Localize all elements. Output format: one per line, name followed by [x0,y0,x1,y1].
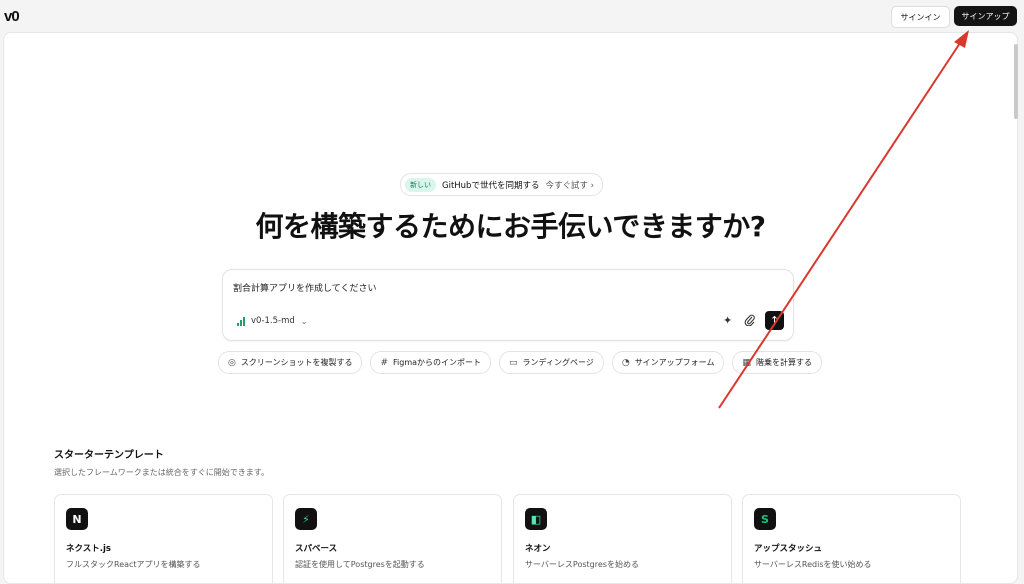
signup-button[interactable]: サインアップ [954,6,1017,26]
new-badge: 新しい [405,177,436,192]
template-card-neon[interactable]: ◧ ネオン サーバーレスPostgresを始める [513,494,732,583]
send-button[interactable]: ↑ [765,311,784,330]
prompt-box[interactable]: 割合計算アプリを作成してください v0-1.5-md ⌄ ✦ ↑ [222,269,794,341]
prompt-input[interactable]: 割合計算アプリを作成してください [233,281,376,294]
chip-label: 階乗を計算する [755,358,812,367]
card-title: アップスタッシュ [754,544,823,554]
chip-label: スクリーンショットを複製する [240,358,353,367]
chip-factorial[interactable]: ▦ 階乗を計算する [732,351,822,374]
announcement-text: GitHubで世代を同期する [442,180,540,191]
supabase-icon: ⚡ [295,508,317,530]
figma-icon: # [380,357,389,368]
chip-clone-screenshot[interactable]: ◎ スクリーンショットを複製する [218,351,363,374]
signal-icon [237,316,245,326]
announcement-pill[interactable]: 新しい GitHubで世代を同期する 今すぐ試す › [400,173,604,196]
neon-icon: ◧ [525,508,547,530]
model-label: v0-1.5-md [251,316,295,326]
templates-subtitle: 選択したフレームワークまたは統合をすぐに開始できます。 [54,468,269,477]
card-title: スパベース [295,544,338,554]
nextjs-icon: N [66,508,88,530]
sparkle-icon[interactable]: ✦ [723,314,732,327]
chevron-down-icon: ⌄ [300,316,308,326]
card-description: フルスタックReactアプリを構築する [66,560,201,569]
page-title: 何を構築するためにお手伝いできますか? [255,210,766,243]
signin-button[interactable]: サインイン [891,6,950,28]
suggestion-chips: ◎ スクリーンショットを複製する # Figmaからのインポート ▭ ランディングペー… [218,351,822,374]
card-description: サーバーレスRedisを使い始める [754,560,872,569]
card-title: ネクスト.js [66,544,111,554]
chip-label: Figmaからのインポート [393,358,482,367]
camera-icon: ◎ [228,357,236,368]
top-bar: v0 サインイン サインアップ [0,0,1024,32]
template-card-nextjs[interactable]: N ネクスト.js フルスタックReactアプリを構築する [54,494,273,583]
templates-title: スターターテンプレート [54,450,164,461]
scrollbar-thumb[interactable] [1014,44,1018,119]
template-card-upstash[interactable]: S アップスタッシュ サーバーレスRedisを使い始める [742,494,961,583]
chip-figma-import[interactable]: # Figmaからのインポート [370,351,492,374]
chip-label: ランディングページ [522,358,594,367]
v0-logo[interactable]: v0 [4,8,20,25]
card-description: サーバーレスPostgresを始める [525,560,639,569]
drop-icon: ◔ [621,357,630,368]
chip-label: サインアップフォーム [634,358,715,367]
template-card-supabase[interactable]: ⚡ スパベース 認証を使用してPostgresを起動する [283,494,502,583]
announcement-cta: 今すぐ試す › [545,180,595,191]
calculator-icon: ▦ [742,357,751,368]
main-panel: 新しい GitHubで世代を同期する 今すぐ試す › 何を構築するためにお手伝い… [3,32,1018,584]
upstash-icon: S [754,508,776,530]
chip-signup-form[interactable]: ◔ サインアップフォーム [611,351,725,374]
model-selector[interactable]: v0-1.5-md ⌄ [237,316,307,326]
card-title: ネオン [525,544,551,554]
layout-icon: ▭ [509,357,518,368]
chip-landing-page[interactable]: ▭ ランディングページ [499,351,604,374]
card-description: 認証を使用してPostgresを起動する [295,560,425,569]
paperclip-icon[interactable] [744,314,755,329]
